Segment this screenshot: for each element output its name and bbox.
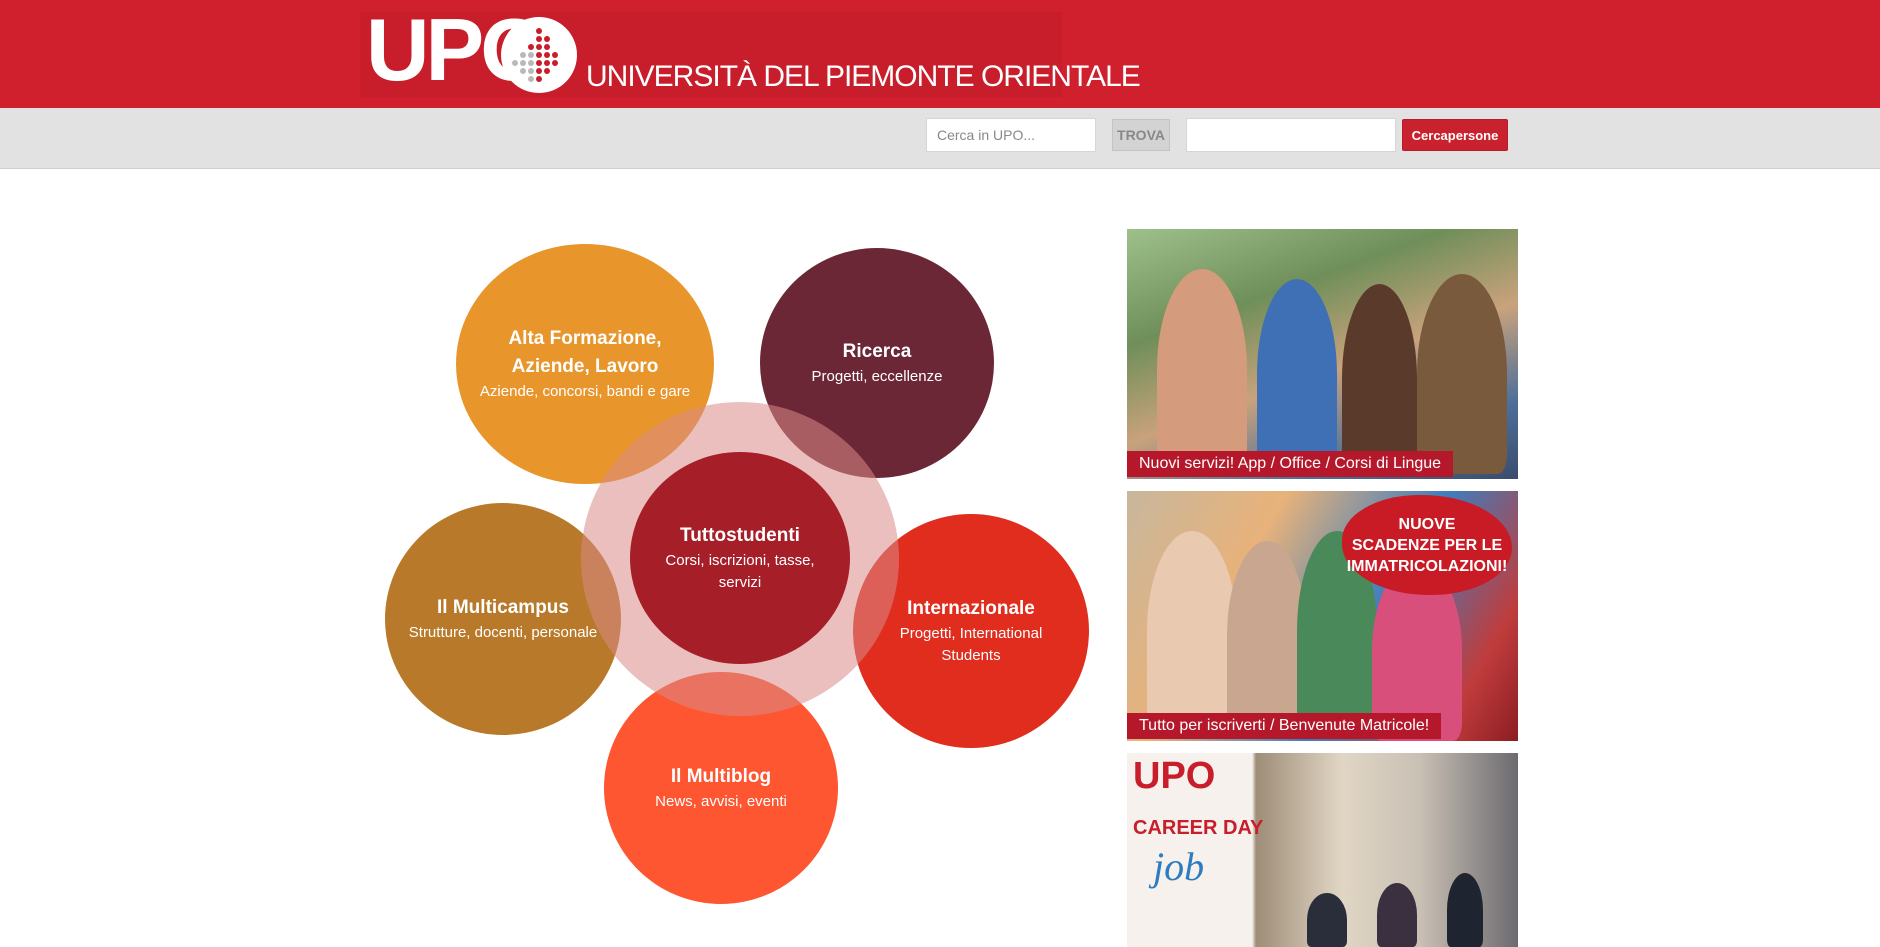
photo-student — [1342, 284, 1417, 474]
circle-subtitle: News, avvisi, eventi — [655, 793, 787, 810]
photo-students — [1157, 269, 1247, 469]
photo-student — [1417, 274, 1507, 474]
circle-subtitle: Corsi, iscrizioni, tasse, servizi — [665, 552, 815, 591]
logo-dots-icon — [501, 17, 577, 93]
photo-visitor — [1447, 873, 1483, 947]
circle-title: Ricerca — [842, 341, 912, 362]
banner-caption: Tutto per iscriverti / Benvenute Matrico… — [1127, 713, 1442, 739]
site-search-input[interactable] — [926, 118, 1096, 152]
circle-tuttostudenti[interactable]: Tuttostudenti Corsi, iscrizioni, tasse, … — [630, 452, 850, 664]
career-day-upo-logo: UPO — [1133, 755, 1216, 797]
banner-caption: Nuovi servizi! App / Office / Corsi di L… — [1127, 451, 1454, 477]
logo-university-name: UNIVERSITÀ DEL PIEMONTE ORIENTALE — [586, 60, 1141, 93]
photo-visitor — [1377, 883, 1417, 947]
photo-visitor — [1307, 893, 1347, 947]
upo-logo[interactable]: UPO UNIVERSITÀ DEL PIEMONTE ORIENTALE — [360, 6, 1141, 97]
photo-student — [1257, 279, 1337, 469]
photo-student — [1227, 541, 1307, 731]
banner-career-day[interactable]: UPO CAREER DAY job — [1127, 753, 1518, 947]
people-search-input[interactable] — [1186, 118, 1396, 152]
circle-subtitle: Strutture, docenti, personale — [408, 624, 598, 641]
burst-line: SCADENZE PER LE — [1351, 536, 1503, 554]
search-bar: TROVA Cercapersone — [0, 108, 1880, 169]
circle-title: Alta Formazione, Aziende, Lavoro — [508, 328, 662, 377]
burst-line: NUOVE — [1398, 515, 1456, 533]
cercapersone-button[interactable]: Cercapersone — [1402, 119, 1508, 151]
circle-subtitle: Progetti, eccellenze — [811, 368, 943, 385]
site-header: UPO UNIVERSITÀ DEL PIEMONTE ORIENTALE — [0, 0, 1880, 108]
banner-nuovi-servizi[interactable]: Nuovi servizi! App / Office / Corsi di L… — [1127, 229, 1518, 479]
career-day-job-mark: job — [1153, 844, 1205, 889]
circle-title: Tuttostudenti — [680, 525, 800, 546]
photo-student — [1147, 531, 1237, 731]
circle-title: Internazionale — [907, 598, 1035, 619]
career-day-headline: CAREER DAY — [1133, 817, 1264, 839]
banner-immatricolazioni[interactable]: NUOVE SCADENZE PER LE IMMATRICOLAZIONI! … — [1127, 491, 1518, 741]
trova-button[interactable]: TROVA — [1112, 119, 1170, 151]
deadline-burst-badge: NUOVE SCADENZE PER LE IMMATRICOLAZIONI! — [1342, 495, 1512, 595]
circle-title: Il Multicampus — [437, 597, 569, 618]
circle-title: Il Multiblog — [670, 766, 772, 787]
circle-subtitle: Aziende, concorsi, bandi e gare — [479, 383, 691, 400]
circle-subtitle: Progetti, International Students — [899, 625, 1043, 664]
burst-line: IMMATRICOLAZIONI! — [1346, 557, 1508, 575]
